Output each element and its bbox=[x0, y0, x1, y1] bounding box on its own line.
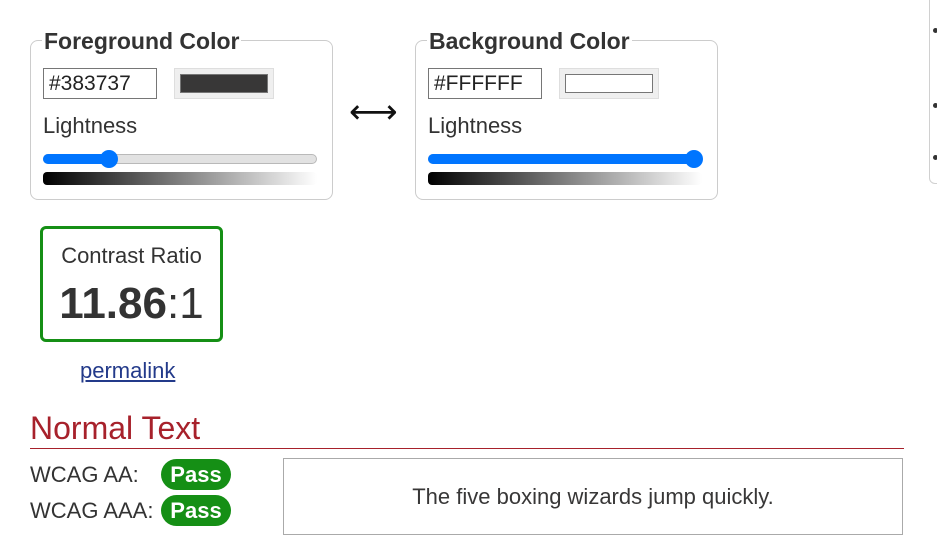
background-title: Background Color bbox=[427, 28, 632, 54]
foreground-title: Foreground Color bbox=[42, 28, 242, 54]
bullet-icon bbox=[933, 155, 937, 160]
wcag-aa-status-badge: Pass bbox=[161, 459, 231, 490]
section-divider bbox=[30, 448, 904, 449]
wcag-aaa-label: WCAG AAA: bbox=[30, 498, 154, 523]
foreground-lightness-slider[interactable] bbox=[43, 150, 317, 168]
background-lightness-label: Lightness bbox=[428, 113, 523, 138]
contrast-ratio-suffix: :1 bbox=[166, 279, 204, 328]
wcag-aaa-status-badge: Pass bbox=[161, 495, 231, 526]
background-hex-input[interactable] bbox=[428, 68, 542, 99]
contrast-ratio-value: 11.86:1 bbox=[43, 279, 220, 329]
bullet-icon bbox=[933, 28, 937, 33]
normal-text-heading: Normal Text bbox=[30, 410, 201, 446]
foreground-color-picker[interactable] bbox=[174, 68, 274, 99]
background-color-picker[interactable] bbox=[559, 68, 659, 99]
background-lightness-gradient bbox=[428, 172, 702, 185]
background-slider-thumb[interactable] bbox=[685, 150, 703, 168]
wcag-aa-label: WCAG AA: bbox=[30, 462, 139, 487]
contrast-ratio-number: 11.86 bbox=[59, 279, 167, 328]
foreground-swatch bbox=[180, 74, 268, 93]
foreground-slider-thumb[interactable] bbox=[100, 150, 118, 168]
bullet-icon bbox=[933, 103, 937, 108]
background-swatch bbox=[565, 74, 653, 93]
foreground-lightness-label: Lightness bbox=[43, 113, 138, 138]
foreground-lightness-gradient bbox=[43, 172, 317, 185]
foreground-hex-input[interactable] bbox=[43, 68, 157, 99]
background-slider-fill bbox=[428, 154, 694, 164]
contrast-ratio-caption: Contrast Ratio bbox=[61, 243, 202, 268]
contrast-ratio-box: Contrast Ratio 11.86:1 bbox=[40, 226, 223, 342]
swap-colors-icon[interactable]: ⟷ bbox=[349, 92, 398, 132]
normal-text-sample: The five boxing wizards jump quickly. bbox=[283, 458, 903, 535]
permalink-link[interactable]: permalink bbox=[80, 358, 175, 384]
background-lightness-slider[interactable] bbox=[428, 150, 703, 168]
